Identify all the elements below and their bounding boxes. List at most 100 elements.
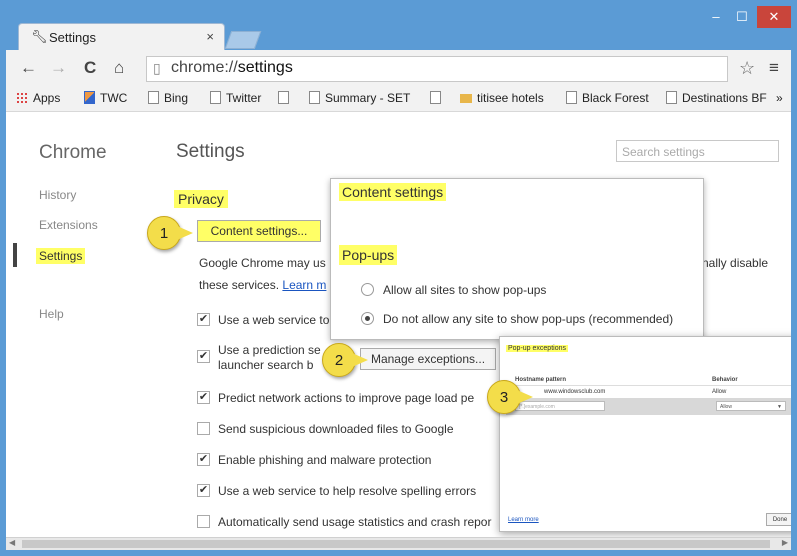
bookmark-black-forest[interactable]: Black Forest xyxy=(566,91,649,105)
sidebar-title: Chrome xyxy=(39,142,107,163)
manage-exceptions-button[interactable]: Manage exceptions... xyxy=(360,348,496,370)
home-button[interactable]: ⌂ xyxy=(114,58,124,78)
forward-button[interactable]: → xyxy=(50,58,67,78)
address-bar[interactable]: ▯ chrome://settings xyxy=(146,56,728,82)
learn-more-link[interactable]: Learn m xyxy=(282,278,326,292)
option-label: Use a web service to xyxy=(218,313,330,327)
bookmark-titisee-hotels[interactable]: titisee hotels xyxy=(460,91,544,105)
sidebar-active-indicator xyxy=(13,243,17,267)
page-icon xyxy=(566,91,577,104)
sidebar-item-extensions[interactable]: Extensions xyxy=(39,218,98,232)
chevron-down-icon: ▼ xyxy=(777,404,782,410)
bookmark-bing[interactable]: Bing xyxy=(148,91,188,105)
learn-more-link[interactable]: Learn more xyxy=(508,517,539,523)
privacy-heading: Privacy xyxy=(174,190,228,208)
twc-icon xyxy=(84,91,95,104)
wrench-icon: 🔧︎ xyxy=(31,29,48,44)
content-settings-button[interactable]: Content settings... xyxy=(197,220,321,242)
reload-button[interactable]: C xyxy=(84,58,96,78)
checkbox-usage-statistics[interactable] xyxy=(197,515,210,528)
settings-page: Chrome History Extensions Settings Help … xyxy=(6,112,791,537)
chrome-menu-icon[interactable]: ≡ xyxy=(769,58,779,78)
folder-icon xyxy=(460,94,472,103)
bookmark-label: Black Forest xyxy=(582,91,649,105)
bookmark-label: titisee hotels xyxy=(477,91,544,105)
option-label: launcher search b xyxy=(218,358,314,372)
content-settings-dialog: Content settings Pop-ups Allow all sites… xyxy=(330,178,704,340)
option-label: Predict network actions to improve page … xyxy=(218,391,475,405)
horizontal-scrollbar[interactable]: ◀ ▶ xyxy=(6,537,791,550)
page-title: Settings xyxy=(176,141,245,162)
sidebar-item-history[interactable]: History xyxy=(39,188,76,202)
checkbox-send-suspicious[interactable] xyxy=(197,422,210,435)
radio-allow-popups[interactable] xyxy=(361,283,374,296)
bookmark-label: Bing xyxy=(164,91,189,105)
tab-close-icon[interactable]: × xyxy=(206,29,214,44)
callout-3: 3 xyxy=(487,380,533,414)
bookmark-label: Twitter xyxy=(226,91,262,105)
option-label: Send suspicious downloaded files to Goog… xyxy=(218,422,454,436)
callout-1: 1 xyxy=(147,216,193,250)
close-window-button[interactable]: ✕ xyxy=(757,6,791,28)
behavior-select[interactable]: Allow ▼ xyxy=(716,401,786,411)
sidebar-item-help[interactable]: Help xyxy=(39,307,64,321)
option-label: Enable phishing and malware protection xyxy=(218,453,432,467)
bookmark-star-icon[interactable]: ☆ xyxy=(739,58,755,79)
bookmark-destinations-bf[interactable]: Destinations BF xyxy=(666,91,767,105)
minimize-button[interactable]: – xyxy=(703,6,729,28)
browser-window: 🔧︎ Settings × – ☐ ✕ ← → C ⌂ ▯ chrome://s… xyxy=(6,6,791,550)
popup-exceptions-title: Pop-up exceptions xyxy=(506,345,568,352)
description-text: these services. xyxy=(199,278,280,292)
bookmarks-overflow[interactable]: » xyxy=(776,91,783,105)
bookmark-blank-2[interactable] xyxy=(430,91,446,105)
checkbox-prediction-service[interactable]: ✔ xyxy=(197,350,210,363)
option-label: Use a web service to help resolve spelli… xyxy=(218,484,477,498)
bookmark-apps[interactable]: Apps xyxy=(16,91,60,105)
new-tab-button[interactable] xyxy=(224,31,262,49)
checkbox-phishing-protection[interactable]: ✔ xyxy=(197,453,210,466)
checkbox-web-service[interactable]: ✔ xyxy=(197,313,210,326)
checkbox-predict-network[interactable]: ✔ xyxy=(197,391,210,404)
column-behavior: Behavior xyxy=(712,377,738,383)
scrollbar-thumb[interactable] xyxy=(22,540,770,548)
checkbox-spelling-service[interactable]: ✔ xyxy=(197,484,210,497)
screenshot-frame: 🔧︎ Settings × – ☐ ✕ ← → C ⌂ ▯ chrome://s… xyxy=(0,0,797,556)
url-text: chrome://settings xyxy=(171,59,293,77)
tab-title: Settings xyxy=(49,30,96,45)
url-scheme: chrome:// xyxy=(171,59,238,76)
scroll-right-icon[interactable]: ▶ xyxy=(782,538,788,547)
privacy-description-1: Google Chrome may us xyxy=(199,256,326,270)
option-label: Use a prediction se xyxy=(218,343,321,357)
bookmark-label: Destinations BF xyxy=(682,91,767,105)
bookmark-blank[interactable] xyxy=(278,91,294,105)
bookmark-summary-set[interactable]: Summary - SET xyxy=(309,91,410,105)
bookmarks-bar: Apps TWC Bing Twitter Summary - SET titi… xyxy=(6,86,791,112)
back-button[interactable]: ← xyxy=(20,58,37,78)
page-icon xyxy=(148,91,159,104)
bookmark-twc[interactable]: TWC xyxy=(84,91,127,105)
popup-exceptions-dialog: Pop-up exceptions × Hostname pattern Beh… xyxy=(499,336,791,532)
callout-2: 2 xyxy=(322,343,368,377)
toolbar: ← → C ⌂ ▯ chrome://settings ☆ ≡ xyxy=(6,50,791,86)
bookmark-twitter[interactable]: Twitter xyxy=(210,91,261,105)
table-row-new: [*.]example.com Allow ▼ xyxy=(506,398,791,415)
bookmark-label: TWC xyxy=(100,91,128,105)
apps-grid-icon xyxy=(16,92,28,104)
scroll-left-icon[interactable]: ◀ xyxy=(9,538,15,547)
done-button[interactable]: Done xyxy=(766,513,791,526)
maximize-button[interactable]: ☐ xyxy=(729,6,755,28)
radio-block-popups[interactable] xyxy=(361,312,374,325)
privacy-description-2: these services. Learn m xyxy=(199,278,326,292)
column-hostname: Hostname pattern xyxy=(515,377,567,383)
sidebar-item-settings[interactable]: Settings xyxy=(36,248,86,264)
radio-label: Allow all sites to show pop-ups xyxy=(383,283,547,297)
search-settings-input[interactable]: Search settings xyxy=(616,140,779,162)
tab-settings[interactable]: 🔧︎ Settings × xyxy=(18,23,225,51)
radio-label: Do not allow any site to show pop-ups (r… xyxy=(383,312,674,326)
page-icon xyxy=(430,91,441,104)
table-row[interactable]: www.windowsclub.com Allow xyxy=(506,385,791,398)
option-label: Automatically send usage statistics and … xyxy=(218,515,492,529)
row-hostname: www.windowsclub.com xyxy=(544,389,606,395)
url-path: settings xyxy=(237,59,293,76)
page-icon: ▯ xyxy=(153,60,161,76)
